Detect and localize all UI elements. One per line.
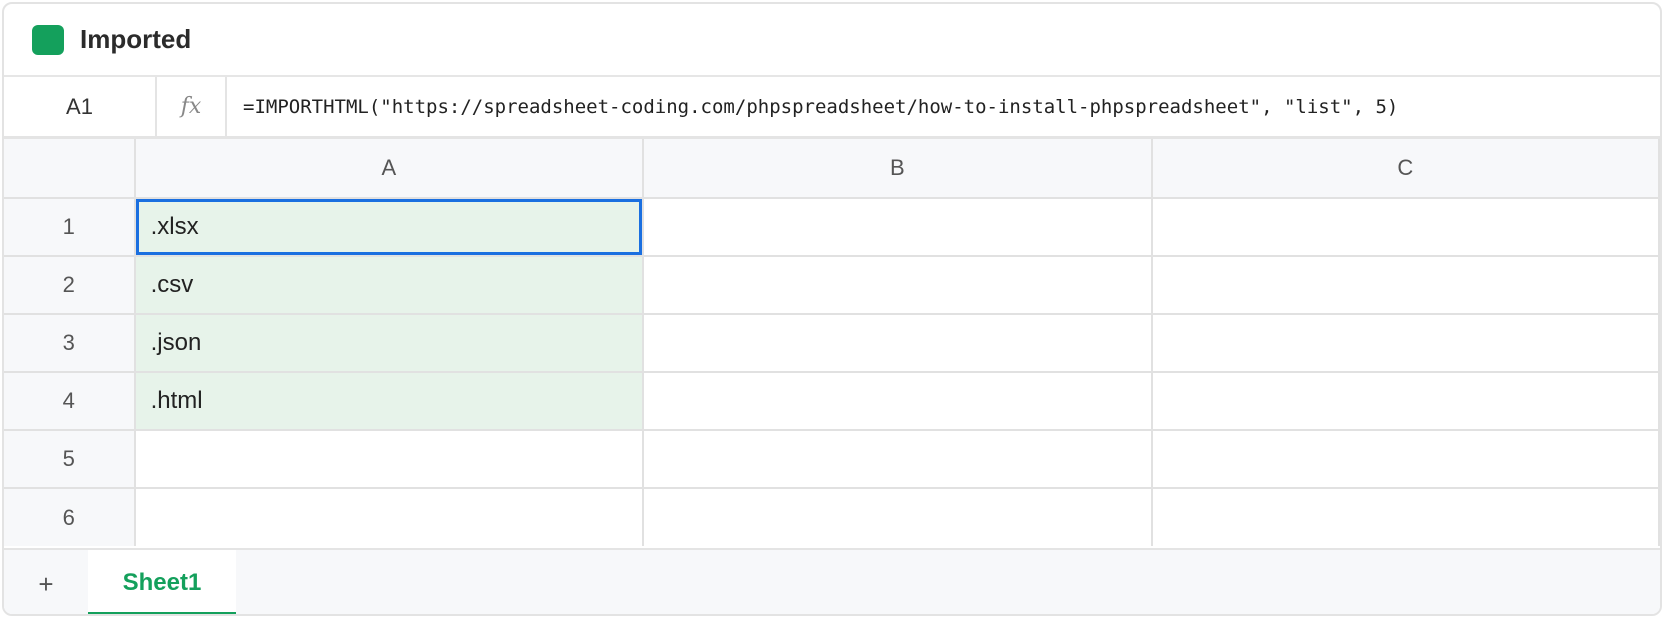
formula-input[interactable]: =IMPORTHTML("https://spreadsheet-coding.… <box>227 96 1660 118</box>
cell-c5[interactable] <box>1151 430 1660 489</box>
cell-a4[interactable]: .html <box>134 372 645 431</box>
row-header-4[interactable]: 4 <box>4 372 136 431</box>
table-row: 2 .csv <box>4 256 1660 315</box>
cell-a3[interactable]: .json <box>134 314 645 373</box>
select-all-corner[interactable] <box>4 139 136 199</box>
cell-c1[interactable] <box>1151 198 1660 257</box>
column-header-a[interactable]: A <box>134 139 645 199</box>
cell-b6[interactable] <box>643 488 1153 546</box>
column-header-b[interactable]: B <box>643 139 1153 199</box>
title-bar: Imported <box>4 4 1660 77</box>
cell-b2[interactable] <box>643 256 1153 315</box>
cell-a6[interactable] <box>134 488 645 546</box>
sheets-app-icon <box>32 24 64 55</box>
table-row: 5 <box>4 430 1660 489</box>
cell-b1[interactable] <box>643 198 1153 257</box>
cell-c4[interactable] <box>1151 372 1660 431</box>
row-header-3[interactable]: 3 <box>4 314 136 373</box>
cell-c3[interactable] <box>1151 314 1660 373</box>
row-header-2[interactable]: 2 <box>4 256 136 315</box>
cell-b5[interactable] <box>643 430 1153 489</box>
tab-sheet1[interactable]: Sheet1 <box>88 550 236 614</box>
cell-b3[interactable] <box>643 314 1153 373</box>
cell-a2[interactable]: .csv <box>134 256 645 315</box>
row-header-5[interactable]: 5 <box>4 430 136 489</box>
table-row: 1 .xlsx <box>4 198 1660 257</box>
table-row: 4 .html <box>4 372 1660 431</box>
spreadsheet-window: Imported A1 fx =IMPORTHTML("https://spre… <box>2 2 1662 616</box>
name-box[interactable]: A1 <box>4 77 157 136</box>
cell-a5[interactable] <box>134 430 645 489</box>
formula-bar: A1 fx =IMPORTHTML("https://spreadsheet-c… <box>4 77 1660 139</box>
cell-c2[interactable] <box>1151 256 1660 315</box>
add-sheet-button[interactable]: + <box>4 550 88 614</box>
document-title[interactable]: Imported <box>80 24 191 55</box>
sheet-tab-bar: + Sheet1 <box>4 548 1660 614</box>
row-header-6[interactable]: 6 <box>4 488 136 546</box>
table-row: 6 <box>4 488 1660 546</box>
cell-c6[interactable] <box>1151 488 1660 546</box>
row-header-1[interactable]: 1 <box>4 198 136 257</box>
cell-grid: A B C 1 .xlsx 2 .csv 3 .json 4 .html 5 6 <box>4 139 1660 546</box>
column-header-c[interactable]: C <box>1151 139 1660 199</box>
cell-a1[interactable]: .xlsx <box>134 198 645 257</box>
cell-b4[interactable] <box>643 372 1153 431</box>
fx-icon: fx <box>157 77 227 136</box>
table-row: 3 .json <box>4 314 1660 373</box>
